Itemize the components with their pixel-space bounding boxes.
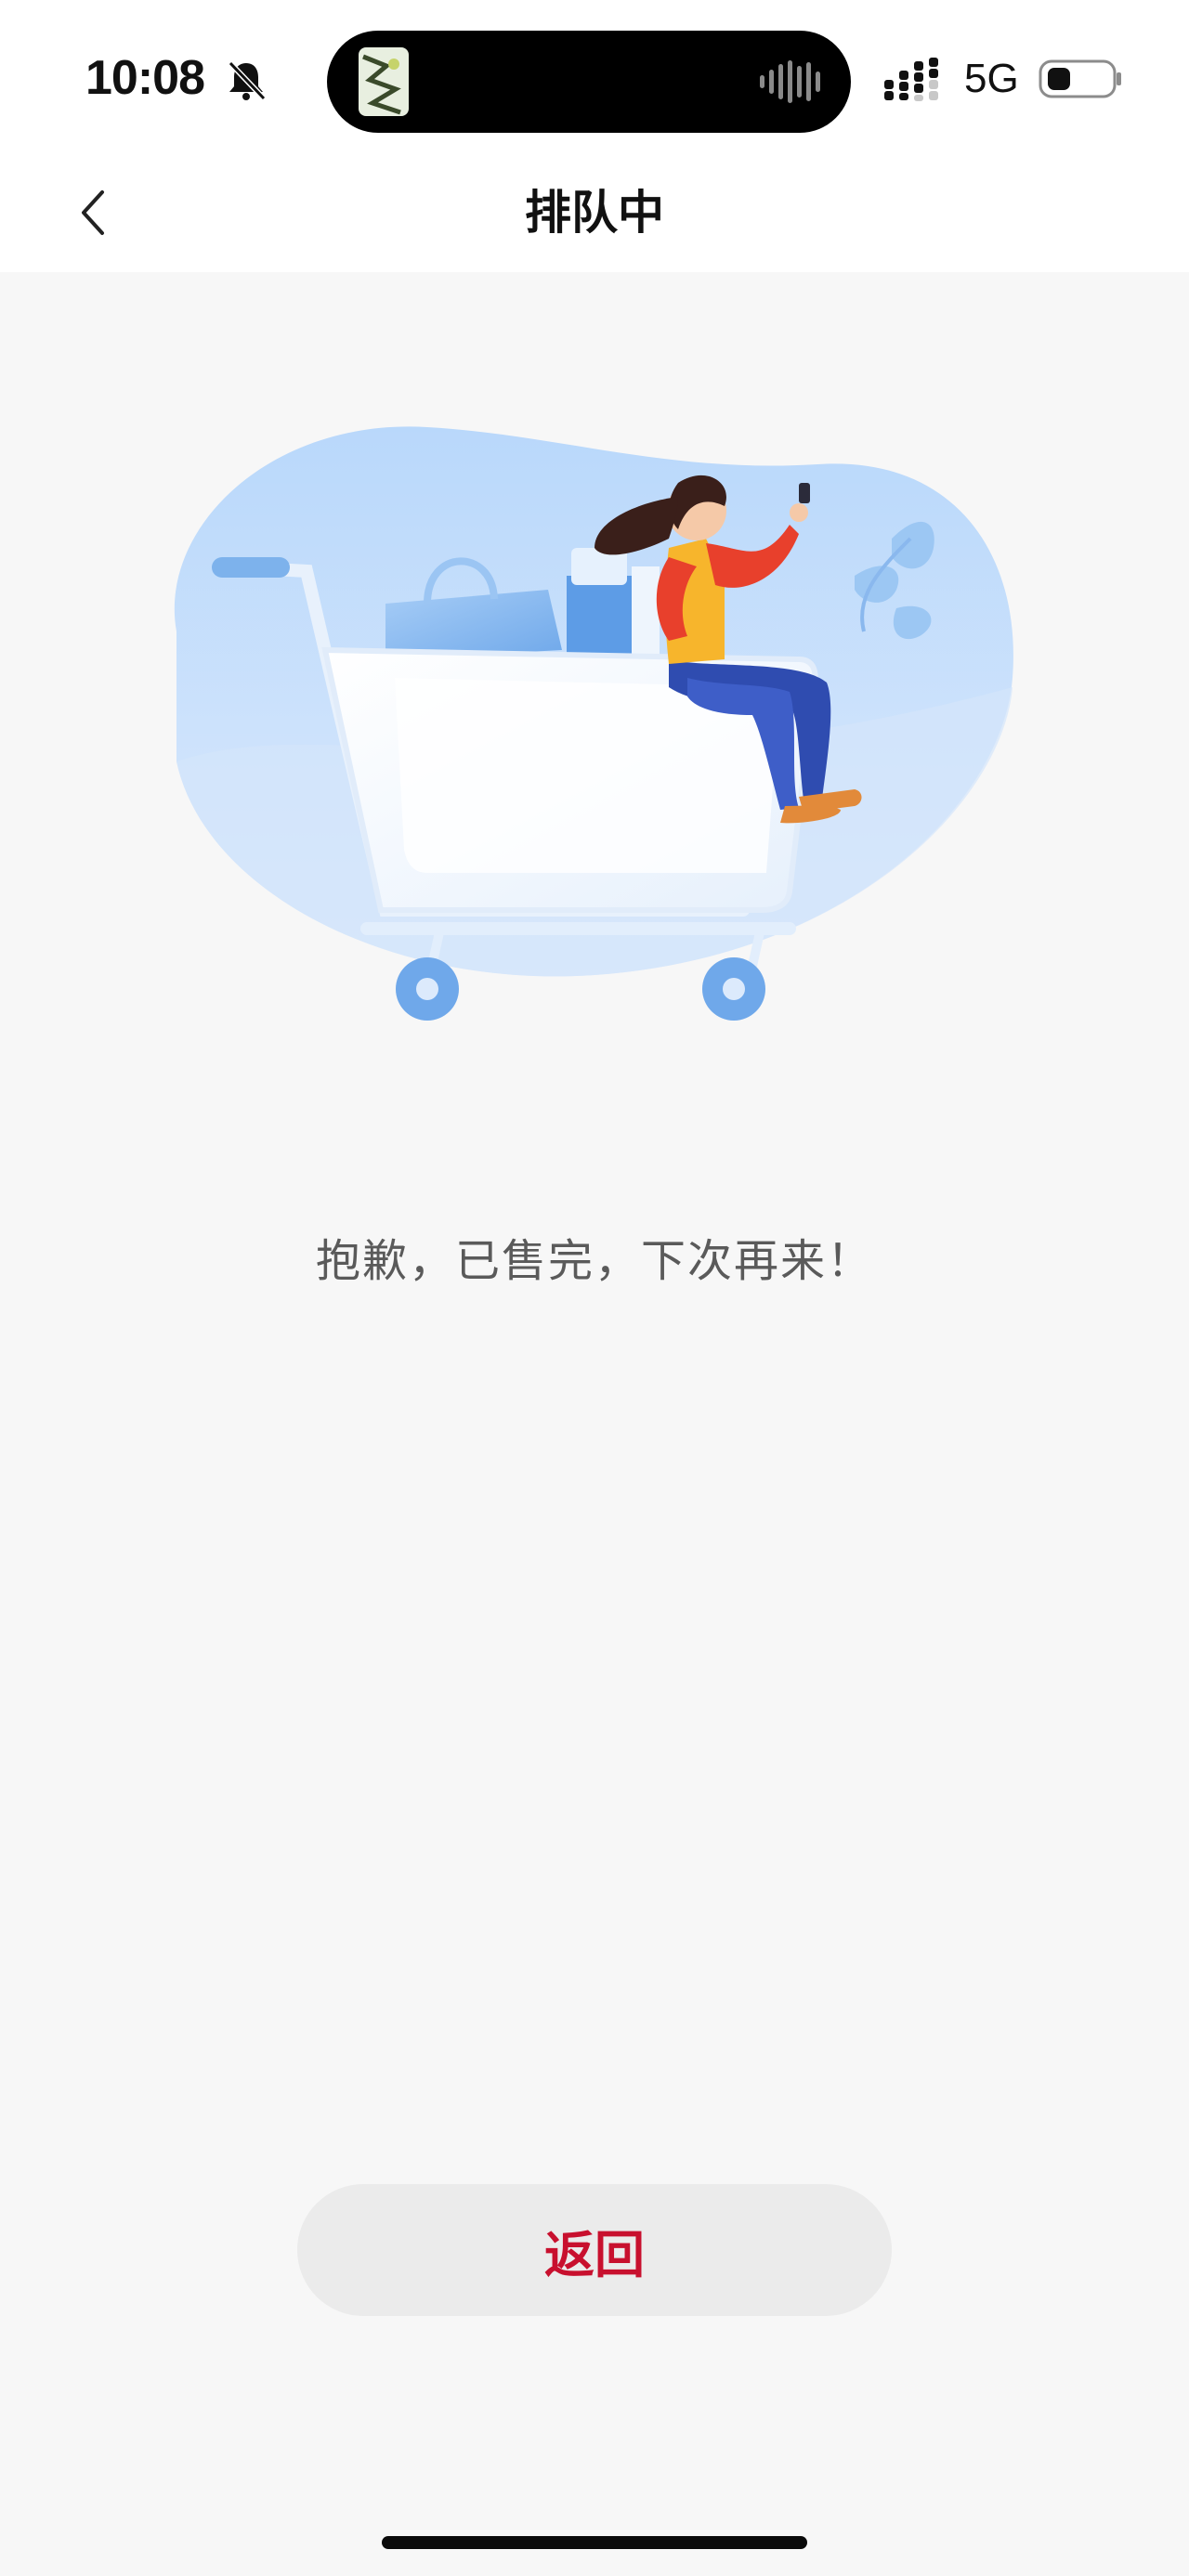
- media-thumbnail-icon: [359, 47, 409, 116]
- status-time: 10:08: [85, 51, 205, 105]
- status-bar: 10:08 5G: [0, 0, 1189, 153]
- bell-muted-icon: [228, 60, 267, 101]
- page-title: 排队中: [525, 186, 664, 240]
- dynamic-island[interactable]: [327, 31, 851, 133]
- signal-icon: [884, 58, 938, 101]
- navigation-bar: 排队中: [0, 153, 1189, 272]
- battery-icon: [1039, 59, 1121, 98]
- shopping-cart-illustration: [174, 426, 1013, 1021]
- audio-wave-icon: [760, 60, 820, 103]
- home-indicator[interactable]: [382, 2536, 807, 2549]
- return-button[interactable]: 返回: [297, 2184, 892, 2316]
- sold-out-message: 抱歉，已售完，下次再来！: [315, 1235, 873, 1287]
- network-type: 5G: [964, 56, 1019, 101]
